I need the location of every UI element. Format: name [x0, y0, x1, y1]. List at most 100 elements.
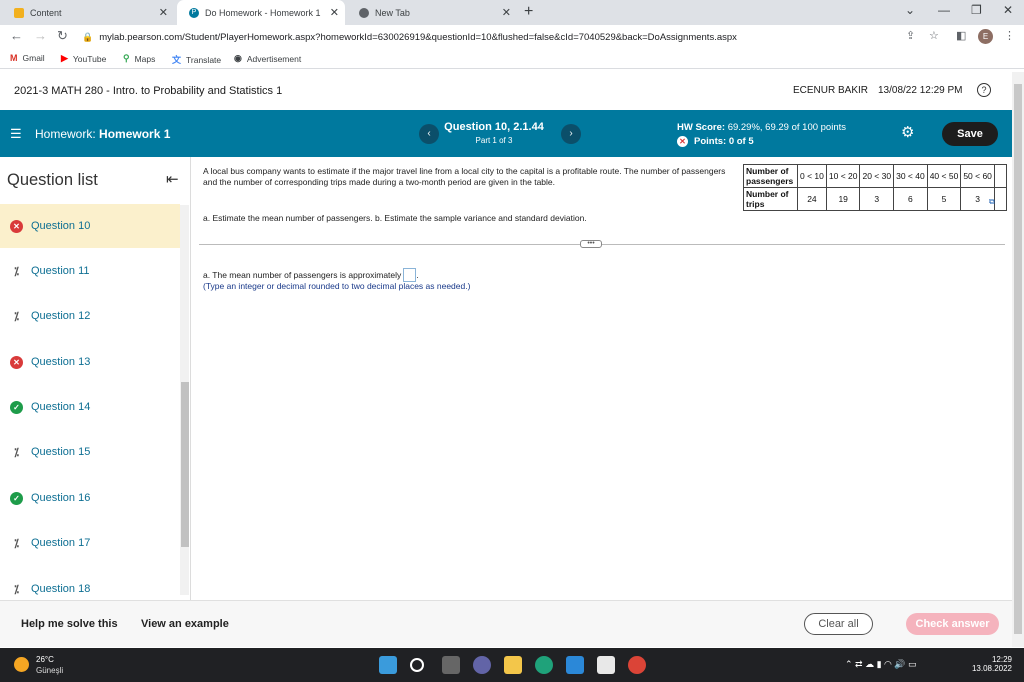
- chrome-favicon-icon: [359, 7, 369, 18]
- mail-icon[interactable]: [566, 656, 584, 674]
- question-label: Question 13: [31, 356, 91, 368]
- sidebar-scroll-thumb[interactable]: [181, 382, 189, 547]
- question-list-item[interactable]: ⁒ Question 11: [0, 249, 180, 293]
- edge-icon[interactable]: [535, 656, 553, 674]
- action-bar: Help me solve this View an example Clear…: [0, 600, 1012, 647]
- side-panel-icon[interactable]: ◧: [956, 29, 966, 42]
- bookmark-gmail[interactable]: M Gmail: [10, 53, 45, 63]
- question-list-item[interactable]: ⁒ Question 17: [0, 521, 180, 565]
- question-list-item[interactable]: ✕ Question 13: [0, 340, 180, 384]
- lock-icon: 🔒: [82, 31, 94, 42]
- course-header: 2021-3 MATH 280 - Intro. to Probability …: [0, 72, 1012, 110]
- task-view-icon[interactable]: [442, 656, 460, 674]
- answer-input[interactable]: [403, 268, 417, 282]
- hamburger-menu-icon[interactable]: ☰: [10, 126, 22, 142]
- table-cell: 10 < 20: [825, 164, 861, 188]
- partial-credit-icon: ⁒: [14, 310, 19, 323]
- address-bar[interactable]: 🔒 mylab.pearson.com/Student/PlayerHomewo…: [82, 27, 914, 47]
- gmail-icon: M: [10, 53, 18, 63]
- table-row-header: Number of trips: [743, 187, 798, 211]
- next-question-button[interactable]: ›: [561, 124, 581, 144]
- view-example-link[interactable]: View an example: [141, 618, 229, 630]
- system-tray-icons[interactable]: ⌃ ⇄ ☁ ▮ ◠ 🔊 ▭: [845, 659, 917, 670]
- homework-label: Homework: Homework 1: [35, 127, 170, 141]
- hw-score-label: HW Score:: [677, 122, 726, 133]
- question-label: Question 18: [31, 583, 91, 595]
- question-list-item[interactable]: ⁒ Question 15: [0, 430, 180, 474]
- homework-name: Homework 1: [99, 127, 171, 141]
- teams-icon[interactable]: [473, 656, 491, 674]
- bookmark-star-icon[interactable]: ☆: [929, 29, 939, 42]
- course-title: 2021-3 MATH 280 - Intro. to Probability …: [14, 85, 283, 97]
- windows-start-icon[interactable]: [379, 656, 397, 674]
- bookmarks-bar: M Gmail ▶ YouTube ⚲ Maps 文 Translate ◉ Advert…: [0, 49, 1024, 69]
- close-tab-icon[interactable]: ✕: [330, 6, 339, 19]
- bookmark-translate[interactable]: 文 Translate: [172, 53, 221, 66]
- browser-tab-strip: Content ✕ P Do Homework - Homework 1 ✕ N…: [0, 0, 1024, 25]
- user-name[interactable]: ECENUR BAKIR: [793, 85, 868, 96]
- tab-do-homework[interactable]: P Do Homework - Homework 1 ✕: [177, 0, 345, 25]
- correct-status-icon: ✓: [10, 491, 23, 505]
- hw-score-value: 69.29%, 69.29 of 100 points: [727, 122, 847, 133]
- bookmark-advertisement[interactable]: ◉ Advertisement: [234, 53, 301, 64]
- expand-dots-button[interactable]: •••: [580, 240, 602, 248]
- table-row-header: Number of passengers: [743, 164, 798, 188]
- bookmark-maps[interactable]: ⚲ Maps: [123, 53, 155, 64]
- new-tab-icon[interactable]: +: [524, 3, 533, 21]
- tab-search-icon[interactable]: ⌄: [905, 3, 915, 17]
- homework-toolbar: ☰ Homework: Homework 1 ‹ Question 10, 2.…: [0, 110, 1012, 157]
- profile-avatar[interactable]: E: [978, 29, 993, 44]
- table-cell: 19: [825, 187, 861, 211]
- menu-dots-icon[interactable]: ⋮: [1004, 29, 1015, 42]
- page-scroll-thumb[interactable]: [1014, 84, 1022, 634]
- bookmark-label: Advertisement: [246, 53, 302, 64]
- tab-content[interactable]: Content ✕: [2, 0, 174, 25]
- collapse-sidebar-icon[interactable]: ⇤: [166, 170, 179, 188]
- globe-icon: ◉: [234, 53, 242, 63]
- partial-credit-icon: ⁒: [14, 446, 19, 459]
- save-button[interactable]: Save: [942, 122, 998, 146]
- weather-condition[interactable]: Güneşli: [36, 666, 63, 675]
- question-list-item[interactable]: ⁒ Question 18: [0, 567, 180, 600]
- partial-credit-icon: ⁒: [14, 583, 19, 596]
- question-part: Part 1 of 3: [475, 136, 513, 145]
- page-scrollbar[interactable]: [1012, 72, 1024, 647]
- question-label: Question 12: [31, 310, 91, 322]
- incorrect-status-icon: ✕: [10, 355, 23, 369]
- question-list-item[interactable]: ⁒ Question 12: [0, 294, 180, 338]
- store-icon[interactable]: [597, 656, 615, 674]
- bookmark-youtube[interactable]: ▶ YouTube: [61, 53, 106, 64]
- tab-new-tab[interactable]: New Tab ✕: [347, 0, 517, 25]
- question-label: Question 14: [31, 401, 91, 413]
- close-tab-icon[interactable]: ✕: [502, 6, 511, 19]
- temperature[interactable]: 26°C: [36, 655, 54, 664]
- question-list-item[interactable]: ✓ Question 14: [0, 385, 180, 429]
- copy-table-icon[interactable]: ⧉: [989, 197, 995, 207]
- file-explorer-icon[interactable]: [504, 656, 522, 674]
- close-tab-icon[interactable]: ✕: [159, 6, 168, 19]
- sun-icon[interactable]: [14, 657, 29, 672]
- back-icon[interactable]: ←: [10, 28, 23, 43]
- restore-icon[interactable]: ❐: [971, 3, 982, 17]
- minimize-icon[interactable]: —: [938, 3, 950, 17]
- reload-icon[interactable]: ↻: [57, 28, 68, 44]
- clock-date: 13.08.2022: [971, 664, 1012, 673]
- search-icon[interactable]: [410, 658, 424, 672]
- help-icon[interactable]: ?: [977, 83, 991, 97]
- question-list-item[interactable]: ✕ Question 10: [0, 204, 180, 248]
- question-list-title: Question list: [7, 171, 98, 189]
- clock[interactable]: 12:29 13.08.2022: [970, 655, 1012, 673]
- settings-gear-icon[interactable]: ⚙: [901, 123, 914, 141]
- question-list-item[interactable]: ✓ Question 16: [0, 476, 180, 520]
- share-icon[interactable]: ⇪: [906, 29, 915, 42]
- check-answer-button[interactable]: Check answer: [906, 613, 999, 635]
- clear-all-button[interactable]: Clear all: [804, 613, 873, 635]
- help-me-solve-link[interactable]: Help me solve this: [21, 618, 118, 630]
- incorrect-icon: ✕: [677, 136, 688, 147]
- close-window-icon[interactable]: ✕: [1003, 3, 1013, 17]
- partial-credit-icon: ⁒: [14, 265, 19, 278]
- chrome-icon[interactable]: [628, 656, 646, 674]
- forward-icon[interactable]: →: [34, 28, 47, 43]
- bookmark-label: YouTube: [72, 53, 107, 64]
- pearson-favicon-icon: P: [189, 7, 199, 18]
